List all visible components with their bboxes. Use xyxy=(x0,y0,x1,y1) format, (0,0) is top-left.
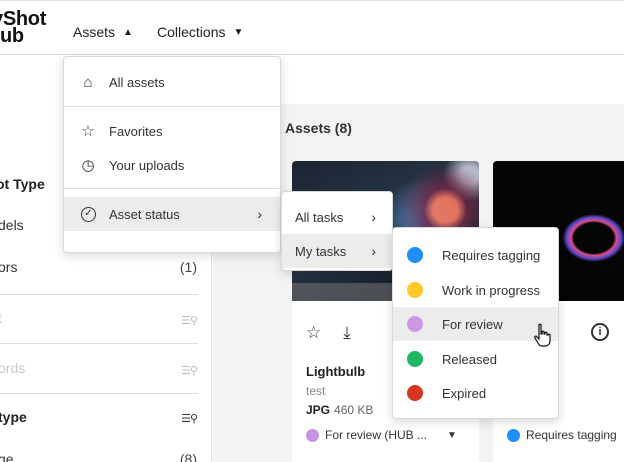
menu-item-favorites[interactable]: ☆ Favorites xyxy=(64,114,280,148)
top-bar: yShot ub Assets ▲ Collections ▼ xyxy=(0,0,624,55)
menu-item-all-assets[interactable]: ⌂ All assets xyxy=(64,65,280,99)
star-icon: ☆ xyxy=(81,123,95,140)
logo-line-2: ub xyxy=(0,25,24,47)
hand-cursor-icon xyxy=(534,323,551,347)
filter-item-count: (1) xyxy=(179,259,197,275)
status-dot xyxy=(407,385,423,401)
asset-description: test xyxy=(306,384,326,398)
menu-item-my-tasks[interactable]: My tasks › xyxy=(282,234,392,268)
status-dot xyxy=(407,247,423,263)
status-label: Requires tagging xyxy=(526,428,617,442)
asset-meta: JPG 460 KB xyxy=(306,403,373,417)
menu-item-released[interactable]: Released xyxy=(393,342,558,376)
divider xyxy=(0,294,198,295)
menu-divider xyxy=(64,188,280,189)
nav-assets-label: Assets xyxy=(73,24,116,40)
caret-down-icon: ▼ xyxy=(233,26,244,38)
divider xyxy=(0,393,198,394)
menu-item-all-tasks[interactable]: All tasks › xyxy=(282,200,392,234)
check-circle-icon: ✓ xyxy=(81,206,96,222)
menu-item-label: For review xyxy=(442,316,503,332)
divider xyxy=(0,343,198,344)
menu-item-label: Expired xyxy=(442,385,487,401)
search-field-1[interactable]: t xyxy=(0,310,2,326)
star-icon[interactable]: ☆ xyxy=(306,323,321,343)
menu-item-label: Work in progress xyxy=(442,282,541,298)
status-dot xyxy=(306,428,319,442)
menu-item-work-in-progress[interactable]: Work in progress xyxy=(393,273,558,307)
status-dot xyxy=(407,316,423,332)
menu-item-label: Released xyxy=(442,351,497,367)
info-icon[interactable]: i xyxy=(591,323,609,341)
menu-item-label: Asset status xyxy=(109,206,180,222)
menu-item-asset-status[interactable]: ✓ Asset status › xyxy=(64,197,280,231)
chevron-right-icon: › xyxy=(371,209,376,225)
chevron-right-icon: › xyxy=(257,206,262,222)
menu-divider xyxy=(64,106,280,107)
menu-item-label: Favorites xyxy=(109,123,163,139)
menu-item-your-uploads[interactable]: ◷ Your uploads xyxy=(64,148,280,182)
status-dot xyxy=(407,282,423,298)
menu-item-label: All assets xyxy=(109,74,165,90)
menu-item-expired[interactable]: Expired xyxy=(393,376,558,410)
list-search-icon[interactable]: ☰⚲ xyxy=(181,364,198,377)
nav-collections-label: Collections xyxy=(157,24,226,40)
list-search-icon[interactable]: ☰⚲ xyxy=(181,314,198,327)
menu-item-label: All tasks xyxy=(295,209,344,225)
search-field-2[interactable]: ords xyxy=(0,360,25,376)
status-dot xyxy=(407,351,423,367)
status-label: For review (HUB ... xyxy=(325,428,428,442)
page-title: Assets (8) xyxy=(285,120,352,136)
logo[interactable]: yShot ub xyxy=(0,9,46,47)
asset-format: JPG xyxy=(306,403,331,417)
nav-collections[interactable]: Collections ▼ xyxy=(157,24,243,40)
chevron-right-icon: › xyxy=(371,243,376,259)
filter-item-count: (8) xyxy=(179,451,197,462)
menu-item-label: Your uploads xyxy=(109,157,185,173)
asset-name[interactable]: Lightbulb xyxy=(306,364,365,379)
menu-item-label: Requires tagging xyxy=(442,247,541,263)
status-submenu: All tasks › My tasks › xyxy=(281,191,393,271)
status-select[interactable]: Requires tagging xyxy=(507,428,617,442)
nav-assets[interactable]: Assets ▲ xyxy=(73,24,133,40)
app-window: yShot ub Assets ▲ Collections ▼ ot Type … xyxy=(0,0,624,462)
filter-item-colors[interactable]: ors xyxy=(0,259,17,275)
card-actions: ☆ ⤓ xyxy=(306,323,351,343)
shot-type-heading: ot Type xyxy=(0,176,45,192)
menu-item-label: My tasks xyxy=(295,243,347,259)
list-search-icon[interactable]: ☰⚲ xyxy=(181,412,198,425)
status-select[interactable]: For review (HUB ... ▼ xyxy=(306,428,457,442)
type-heading: type xyxy=(0,409,27,425)
home-icon: ⌂ xyxy=(83,73,93,91)
filter-item-image[interactable]: ge xyxy=(0,451,14,462)
clock-icon: ◷ xyxy=(81,157,95,174)
asset-size: 460 KB xyxy=(334,403,374,417)
caret-down-icon: ▼ xyxy=(447,429,457,441)
caret-up-icon: ▲ xyxy=(123,26,133,38)
menu-item-requires-tagging[interactable]: Requires tagging xyxy=(393,238,558,272)
download-icon[interactable]: ⤓ xyxy=(343,323,351,343)
filter-item-models[interactable]: dels xyxy=(0,217,24,233)
assets-menu: ⌂ All assets ☆ Favorites ◷ Your uploads … xyxy=(63,56,281,253)
status-dot xyxy=(507,428,520,442)
